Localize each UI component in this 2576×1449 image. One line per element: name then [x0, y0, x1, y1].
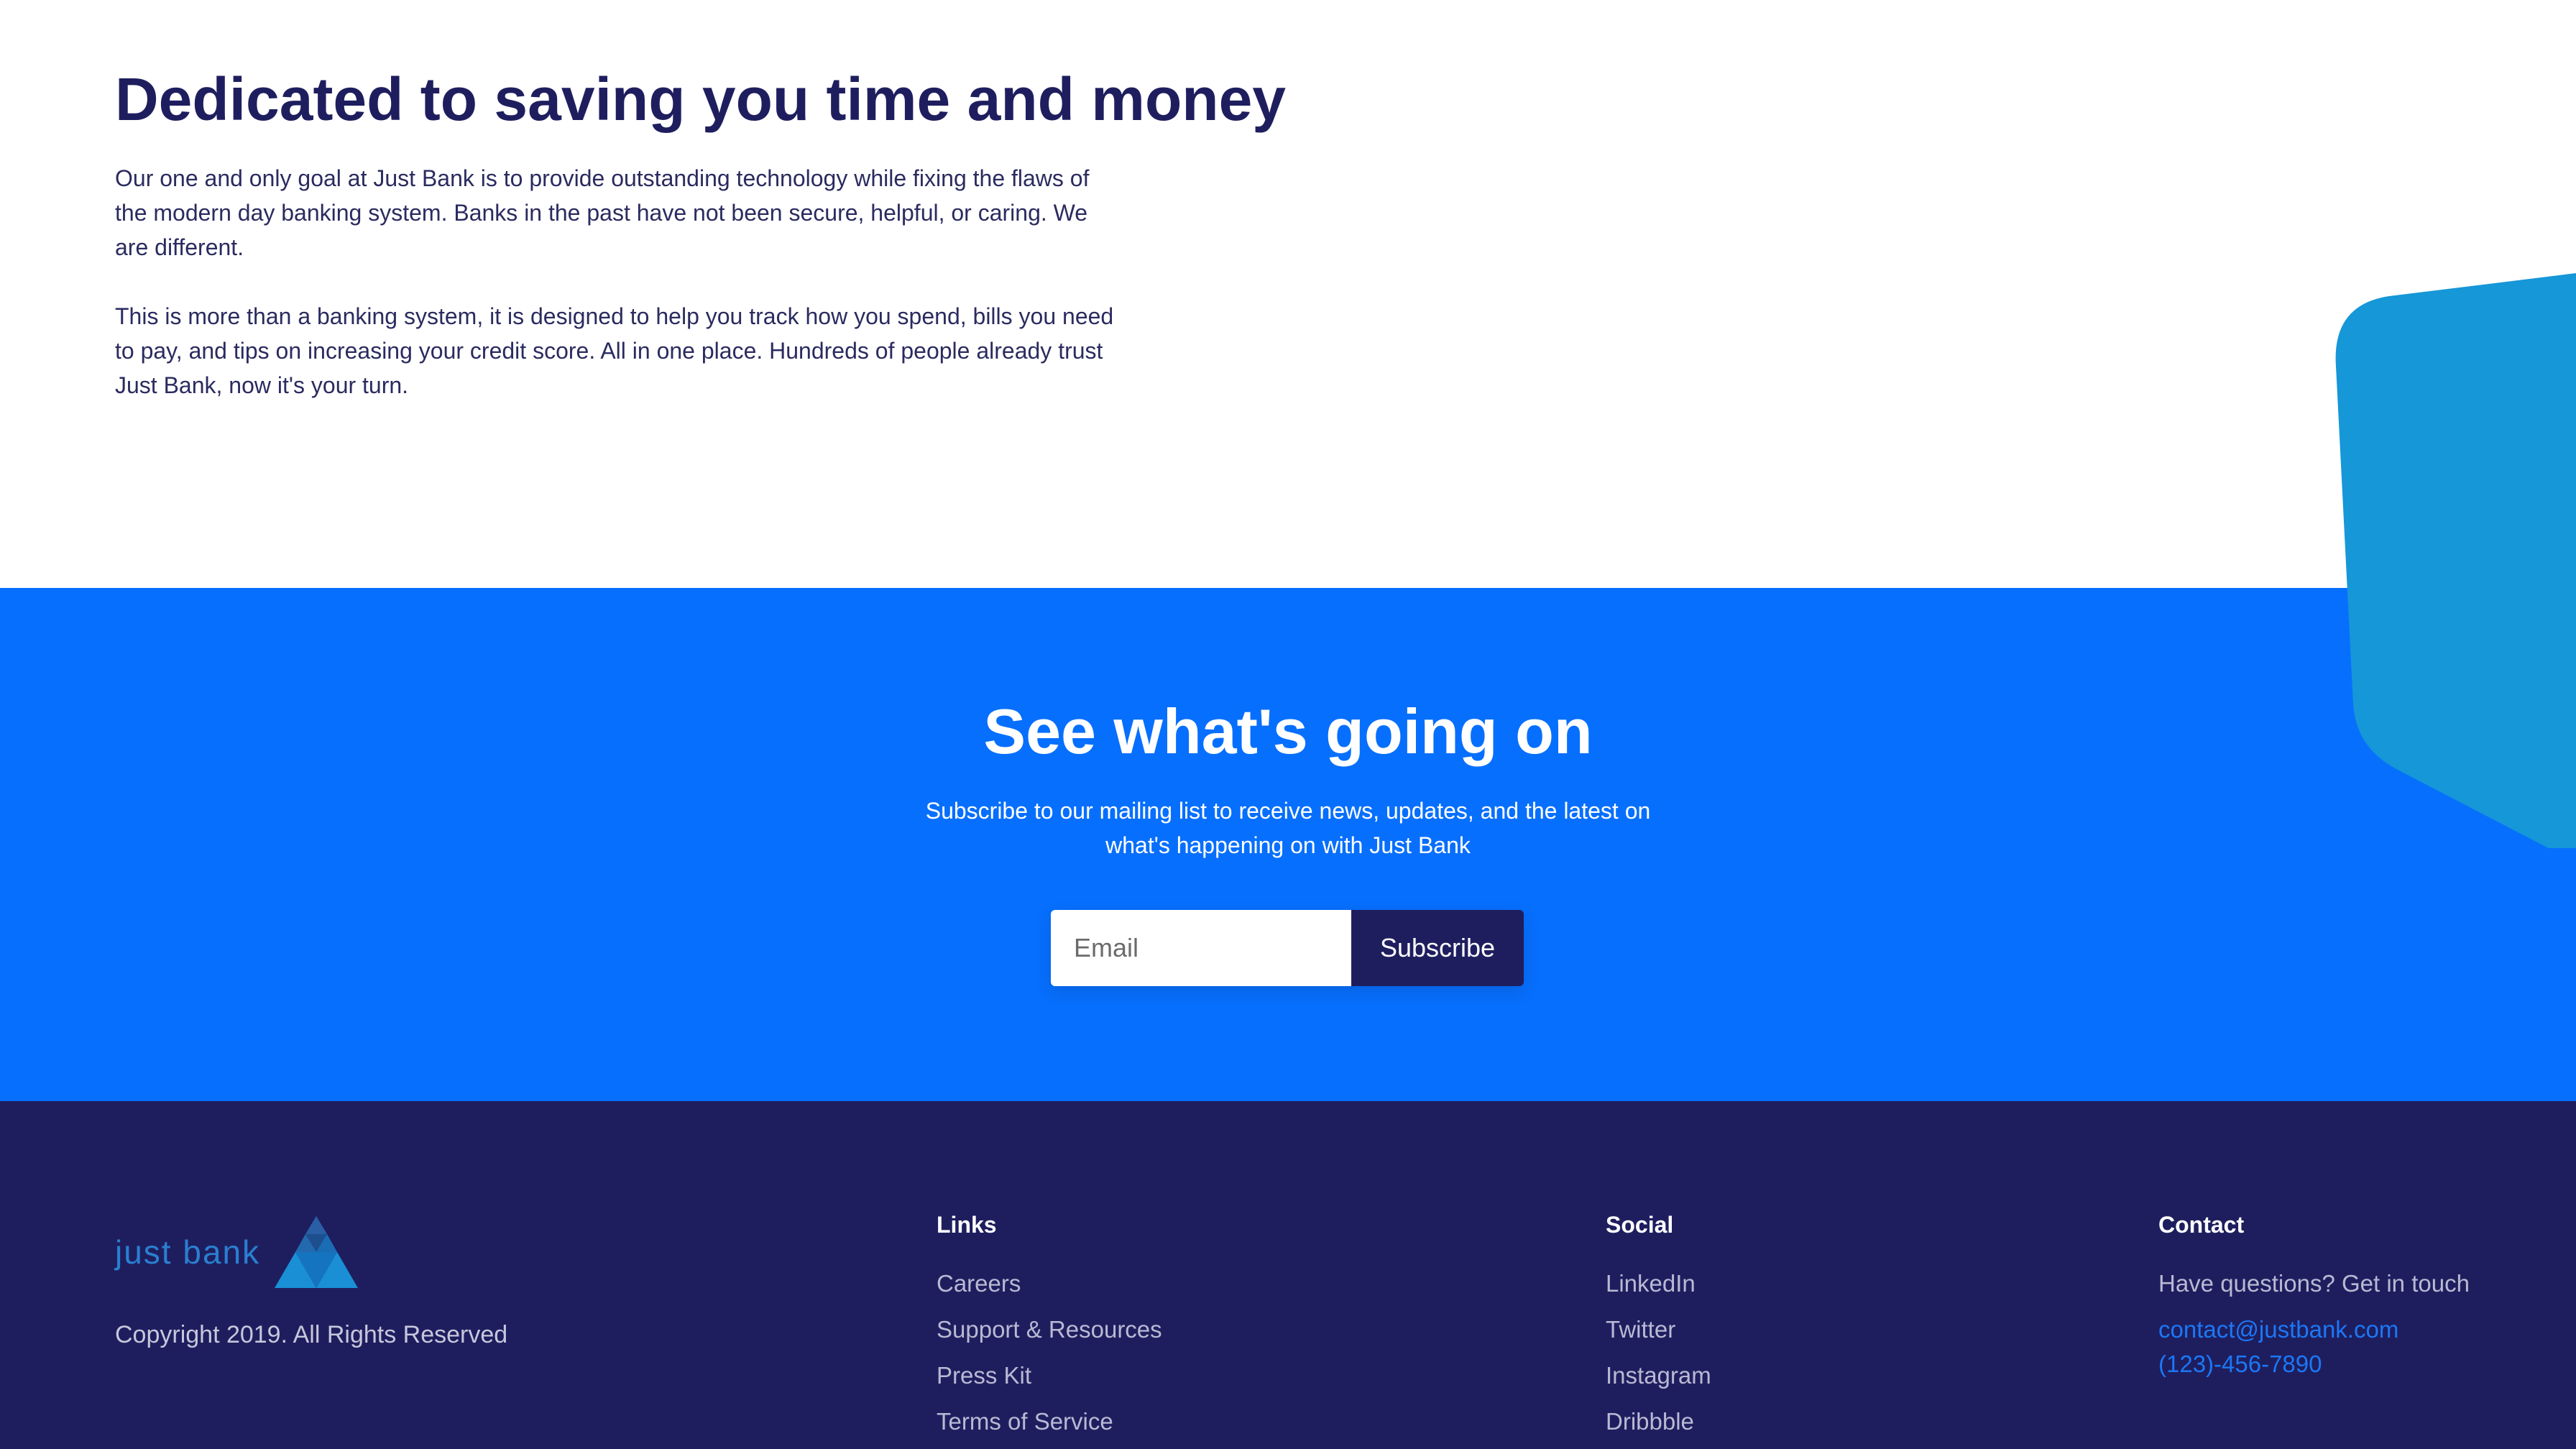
logo-text: just bank: [115, 1233, 261, 1271]
footer-link-terms[interactable]: Terms of Service: [937, 1399, 1162, 1445]
footer-social-column: Social LinkedIn Twitter Instagram Dribbb…: [1606, 1210, 1711, 1445]
email-input[interactable]: [1051, 910, 1351, 986]
newsletter-title: See what's going on: [983, 696, 1593, 767]
subscribe-button[interactable]: Subscribe: [1351, 910, 1524, 986]
footer-contact-column: Contact Have questions? Get in touch con…: [2158, 1210, 2470, 1381]
footer-link-press-kit[interactable]: Press Kit: [937, 1353, 1162, 1399]
subscribe-form: Subscribe: [1051, 910, 1524, 986]
footer: just bank Copyright 2019. All Rights Res…: [0, 1101, 2576, 1449]
social-heading: Social: [1606, 1212, 1674, 1238]
social-link-twitter[interactable]: Twitter: [1606, 1307, 1711, 1353]
copyright: Copyright 2019. All Rights Reserved: [115, 1321, 508, 1348]
footer-link-careers[interactable]: Careers: [937, 1261, 1162, 1307]
triangle-logo-icon: [275, 1216, 359, 1288]
social-link-linkedin[interactable]: LinkedIn: [1606, 1261, 1711, 1307]
social-link-instagram[interactable]: Instagram: [1606, 1353, 1711, 1399]
about-paragraph-2: This is more than a banking system, it i…: [115, 303, 1114, 398]
contact-email-link[interactable]: contact@justbank.com: [2158, 1312, 2470, 1347]
about-paragraph-1: Our one and only goal at Just Bank is to…: [115, 165, 1090, 260]
newsletter-section: See what's going on Subscribe to our mai…: [0, 588, 2576, 1101]
contact-phone-link[interactable]: (123)-456-7890: [2158, 1347, 2470, 1381]
contact-prompt: Have questions? Get in touch: [2158, 1270, 2470, 1297]
footer-links-column: Links Careers Support & Resources Press …: [937, 1210, 1162, 1445]
links-heading: Links: [937, 1212, 997, 1238]
contact-heading: Contact: [2158, 1212, 2245, 1238]
footer-link-support[interactable]: Support & Resources: [937, 1307, 1162, 1353]
about-title: Dedicated to saving you time and money: [115, 65, 1287, 133]
social-link-dribbble[interactable]: Dribbble: [1606, 1399, 1711, 1445]
decorative-shape: [2335, 273, 2576, 848]
newsletter-subtitle: Subscribe to our mailing list to receive…: [925, 798, 1651, 858]
logo[interactable]: just bank: [115, 1216, 359, 1288]
about-section: Dedicated to saving you time and money O…: [0, 0, 2576, 588]
